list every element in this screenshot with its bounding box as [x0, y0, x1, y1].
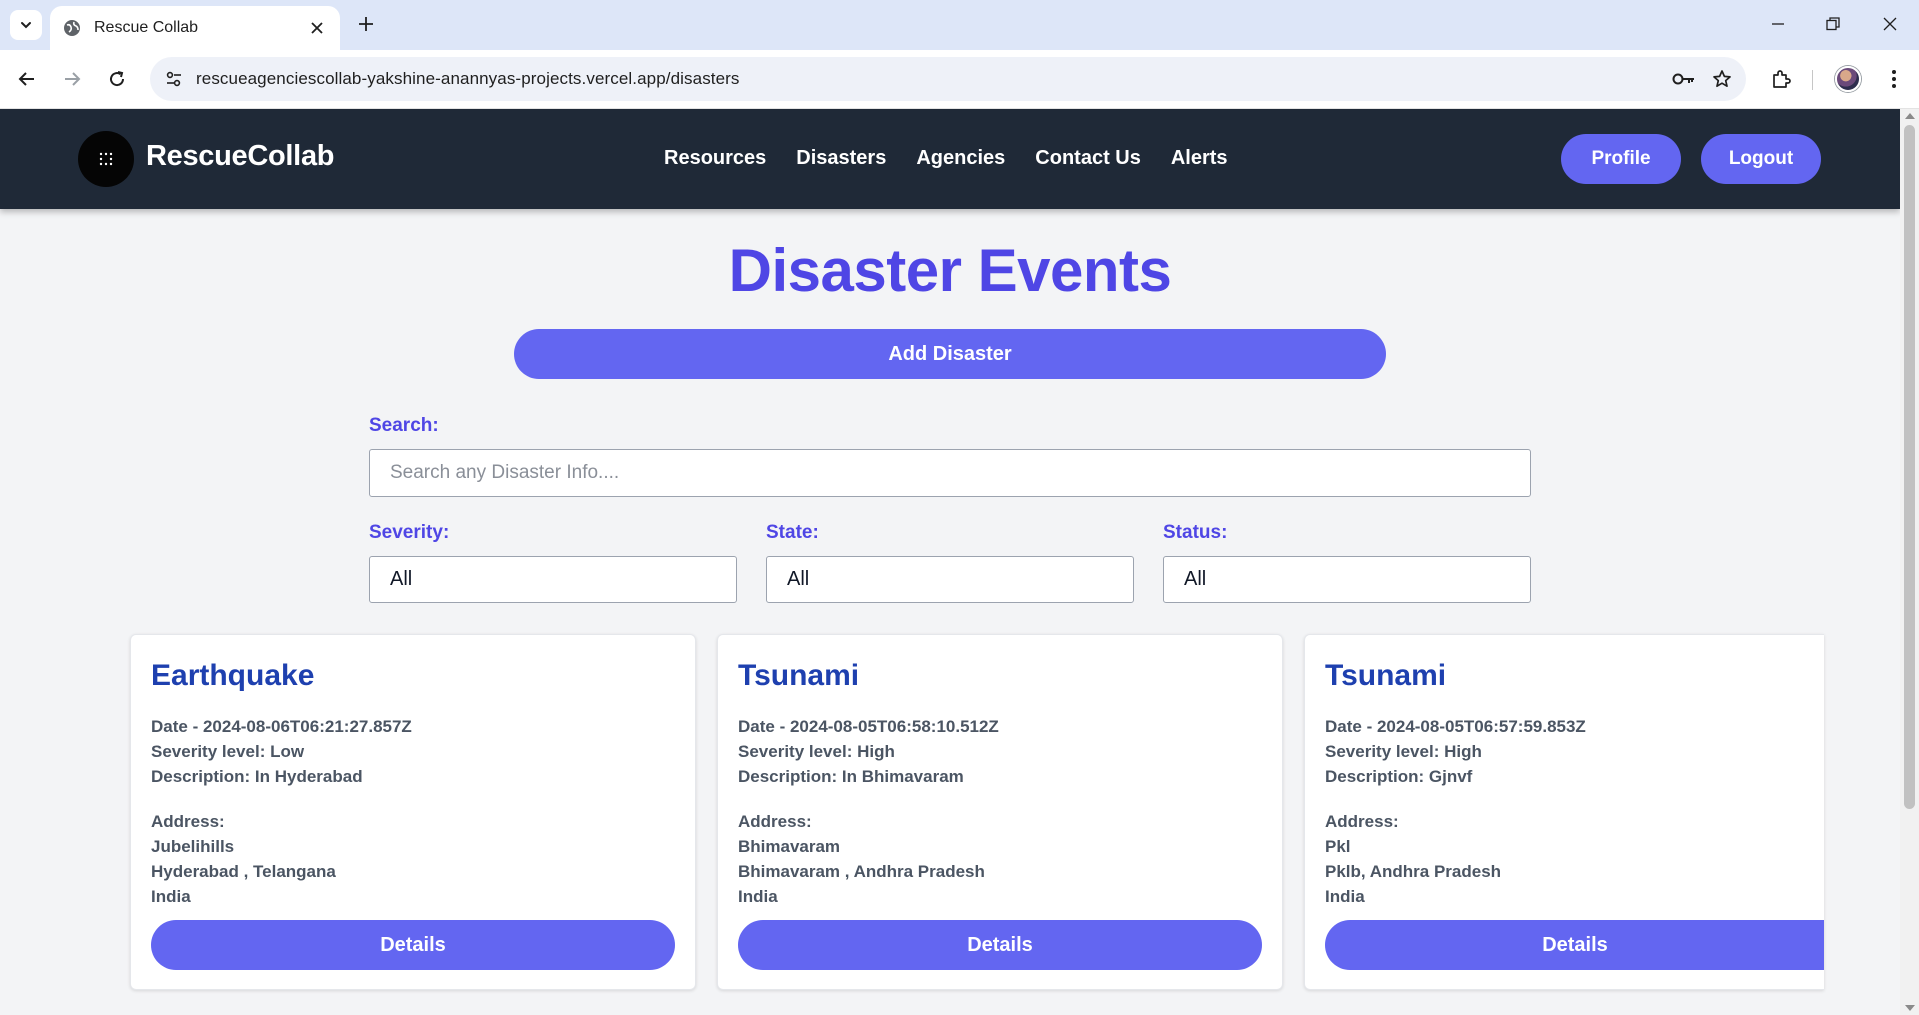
grid-dots-icon — [99, 152, 113, 166]
profile-button[interactable]: Profile — [1561, 134, 1681, 184]
card-address-line2: Bhimavaram , Andhra Pradesh — [738, 862, 985, 881]
card-title: Tsunami — [1325, 659, 1447, 692]
search-input[interactable] — [369, 449, 1531, 497]
card-description: Description: Gjnvf — [1325, 767, 1473, 786]
state-label: State: — [766, 522, 819, 543]
details-button[interactable]: Details — [738, 920, 1262, 970]
card-title: Tsunami — [738, 659, 860, 692]
main-nav: Resources Disasters Agencies Contact Us … — [664, 147, 1228, 170]
plus-icon — [359, 17, 373, 31]
details-button[interactable]: Details — [151, 920, 675, 970]
nav-alerts[interactable]: Alerts — [1171, 147, 1228, 170]
back-button[interactable] — [12, 64, 42, 94]
status-select[interactable]: All — [1163, 556, 1531, 603]
browser-tab-bar: Rescue Collab — [0, 0, 1919, 50]
arrow-right-icon — [65, 72, 81, 86]
toolbar-divider — [1812, 70, 1813, 90]
state-select[interactable]: All — [766, 556, 1134, 603]
nav-agencies[interactable]: Agencies — [916, 147, 1005, 170]
logout-button[interactable]: Logout — [1701, 134, 1821, 184]
url-text[interactable]: rescueagenciescollab-yakshine-anannyas-p… — [196, 69, 740, 89]
forward-button[interactable] — [57, 64, 87, 94]
card-address-line1: Jubelihills — [151, 837, 235, 856]
globe-icon — [62, 18, 82, 38]
tune-icon[interactable] — [160, 65, 188, 93]
card-title: Earthquake — [151, 659, 315, 692]
card-address-line2: Pklb, Andhra Pradesh — [1325, 862, 1502, 881]
page-scrollbar[interactable] — [1900, 109, 1919, 1015]
card-description: Description: In Bhimavaram — [738, 767, 964, 786]
close-icon[interactable] — [306, 17, 328, 39]
star-icon[interactable] — [1708, 65, 1736, 93]
severity-select[interactable]: All — [369, 556, 737, 603]
card-date: Date - 2024-08-05T06:57:59.853Z — [1325, 717, 1586, 736]
address-bar[interactable]: rescueagenciescollab-yakshine-anannyas-p… — [150, 57, 1746, 101]
card-address-label: Address: — [1325, 812, 1399, 831]
reload-icon — [110, 71, 125, 87]
restore-icon — [1826, 17, 1840, 31]
browser-menu-button[interactable] — [1879, 64, 1909, 94]
logo[interactable] — [78, 131, 134, 187]
card-date: Date - 2024-08-05T06:58:10.512Z — [738, 717, 999, 736]
key-icon[interactable] — [1670, 65, 1698, 93]
status-label: Status: — [1163, 522, 1228, 543]
tab-list-button[interactable] — [10, 10, 42, 40]
new-tab-button[interactable] — [352, 10, 380, 38]
puzzle-icon — [1773, 70, 1791, 88]
scroll-up-icon[interactable] — [1905, 113, 1915, 119]
card-severity: Severity level: High — [738, 742, 895, 761]
browser-tab[interactable]: Rescue Collab — [50, 6, 340, 50]
details-button[interactable]: Details — [1325, 920, 1824, 970]
site-header: RescueCollab Resources Disasters Agencie… — [0, 109, 1900, 209]
kebab-menu-icon — [1892, 70, 1896, 88]
card-date: Date - 2024-08-06T06:21:27.857Z — [151, 717, 412, 736]
card-address-line1: Bhimavaram — [738, 837, 841, 856]
disaster-card: Earthquake Date - 2024-08-06T06:21:27.85… — [130, 634, 696, 990]
nav-disasters[interactable]: Disasters — [796, 147, 886, 170]
scrollbar-thumb[interactable] — [1904, 125, 1915, 809]
card-address-label: Address: — [738, 812, 812, 831]
severity-label: Severity: — [369, 522, 450, 543]
card-severity: Severity level: High — [1325, 742, 1482, 761]
add-disaster-button[interactable]: Add Disaster — [514, 329, 1386, 379]
tab-title: Rescue Collab — [94, 19, 199, 36]
chevron-down-icon — [21, 22, 31, 29]
extensions-button[interactable] — [1766, 64, 1796, 94]
disaster-card: Tsunami Date - 2024-08-05T06:58:10.512Z … — [717, 634, 1283, 990]
card-address-label: Address: — [151, 812, 225, 831]
card-address-line1: Pkl — [1325, 837, 1351, 856]
scroll-down-icon[interactable] — [1905, 1005, 1915, 1011]
brand-name[interactable]: RescueCollab — [146, 140, 334, 173]
page-title: Disaster Events — [728, 237, 1172, 304]
reload-button[interactable] — [102, 64, 132, 94]
minimize-button[interactable] — [1758, 8, 1798, 40]
card-address-line3: India — [151, 887, 191, 906]
nav-resources[interactable]: Resources — [664, 147, 766, 170]
close-icon — [1883, 17, 1897, 31]
avatar[interactable] — [1835, 66, 1861, 92]
minimize-icon — [1772, 23, 1784, 25]
browser-toolbar: rescueagenciescollab-yakshine-anannyas-p… — [0, 50, 1919, 109]
card-address-line2: Hyderabad , Telangana — [151, 862, 336, 881]
card-address-line3: India — [738, 887, 778, 906]
card-severity: Severity level: Low — [151, 742, 305, 761]
nav-contact-us[interactable]: Contact Us — [1035, 147, 1141, 170]
page-viewport: RescueCollab Resources Disasters Agencie… — [0, 109, 1900, 1015]
card-description: Description: In Hyderabad — [151, 767, 363, 786]
disaster-card: Tsunami Date - 2024-08-05T06:57:59.853Z … — [1304, 634, 1824, 990]
close-window-button[interactable] — [1870, 8, 1910, 40]
card-address-line3: India — [1325, 887, 1365, 906]
restore-button[interactable] — [1813, 8, 1853, 40]
arrow-left-icon — [18, 72, 34, 86]
search-label: Search: — [369, 415, 439, 436]
